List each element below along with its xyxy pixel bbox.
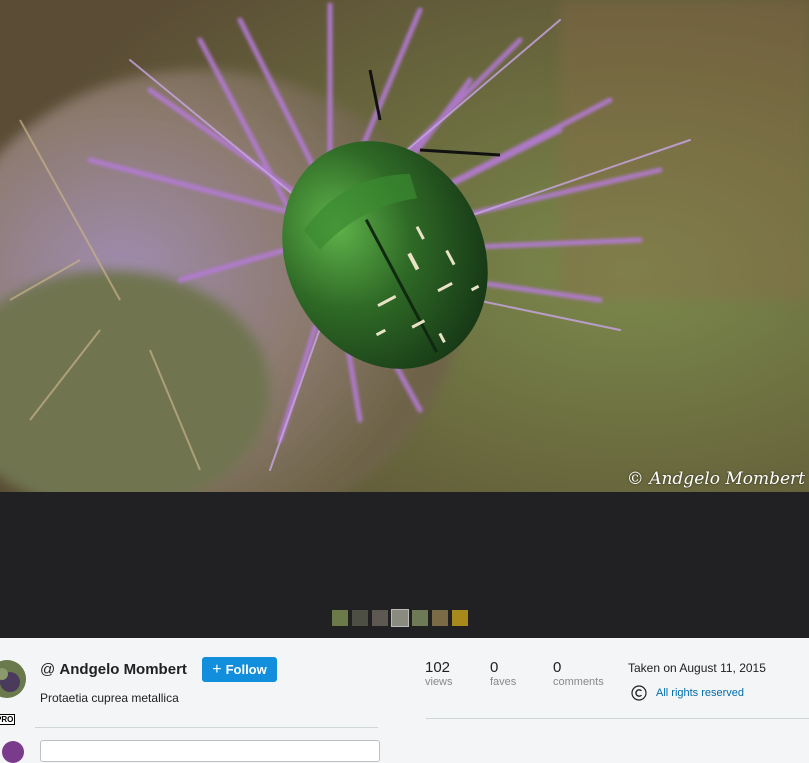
main-photo[interactable]: © Andgelo Mombert bbox=[0, 0, 809, 492]
beetle-on-thistle-photo bbox=[0, 0, 809, 492]
owner-name-link[interactable]: Andgelo Mombert bbox=[59, 661, 187, 678]
license-link[interactable]: All rights reserved bbox=[656, 687, 744, 699]
filmstrip-thumbnail[interactable] bbox=[372, 610, 388, 626]
divider bbox=[426, 718, 809, 719]
filmstrip-thumbnail[interactable] bbox=[332, 610, 348, 626]
avatar-image bbox=[0, 660, 26, 698]
faves-stat[interactable]: 0 faves bbox=[490, 660, 516, 689]
faves-label: faves bbox=[490, 676, 517, 688]
divider bbox=[35, 727, 378, 728]
pro-badge: PRO bbox=[0, 714, 16, 725]
photo-title: Protaetia cuprea metallica bbox=[40, 691, 179, 705]
comments-count: 0 bbox=[553, 659, 562, 676]
filmstrip-thumbnail[interactable] bbox=[352, 610, 368, 626]
filmstrip-thumbnail[interactable] bbox=[432, 610, 448, 626]
follow-button[interactable]: + Follow bbox=[202, 657, 277, 682]
photostream-filmstrip bbox=[332, 609, 468, 627]
comment-input[interactable] bbox=[40, 740, 380, 762]
faves-count: 0 bbox=[490, 659, 499, 676]
follow-label: Follow bbox=[225, 662, 267, 677]
views-label: views bbox=[425, 676, 453, 688]
photo-watermark: © Andgelo Mombert bbox=[626, 469, 805, 489]
avatar[interactable] bbox=[0, 660, 26, 698]
at-symbol: @ bbox=[40, 661, 56, 678]
comments-stat[interactable]: 0 comments bbox=[553, 660, 604, 689]
copyright-icon bbox=[631, 685, 647, 701]
plus-icon: + bbox=[212, 660, 222, 678]
filmstrip-thumbnail[interactable] bbox=[391, 609, 409, 627]
owner-name: @ Andgelo Mombert bbox=[40, 661, 187, 678]
views-stat: 102 views bbox=[425, 660, 453, 689]
photo-info-panel: PRO @ Andgelo Mombert + Follow Protaetia… bbox=[0, 638, 809, 763]
license-info[interactable]: All rights reserved bbox=[631, 685, 744, 701]
comments-label: comments bbox=[553, 676, 604, 688]
filmstrip-thumbnail[interactable] bbox=[412, 610, 428, 626]
filmstrip-thumbnail[interactable] bbox=[452, 610, 468, 626]
date-taken: Taken on August 11, 2015 bbox=[628, 661, 766, 675]
comment-avatar bbox=[2, 741, 24, 763]
views-count: 102 bbox=[425, 659, 451, 676]
